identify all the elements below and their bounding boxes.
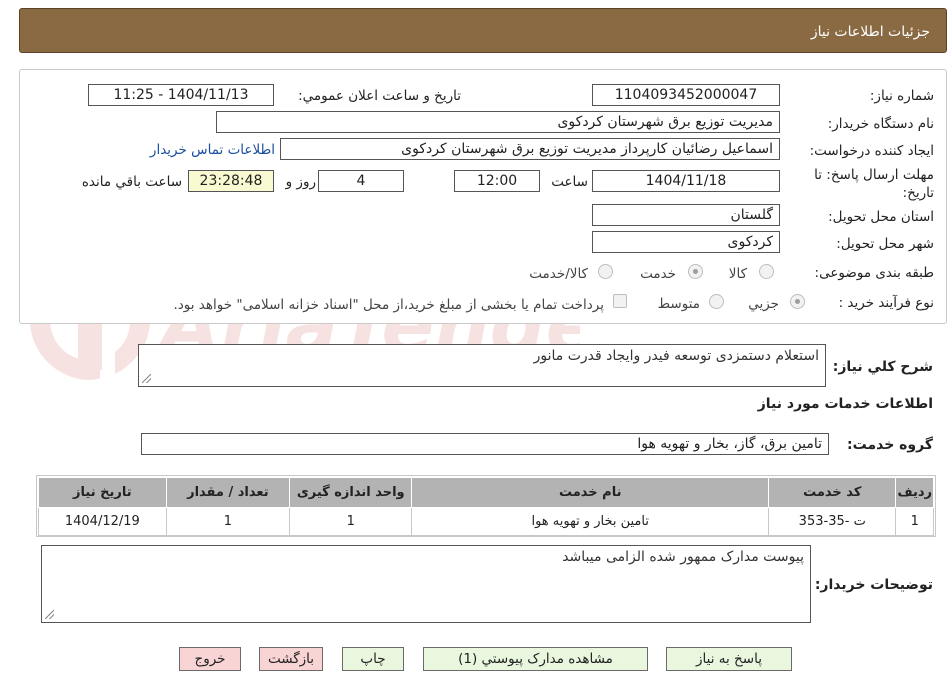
need-number-label: شماره نياز: (869, 88, 934, 104)
cell-service-code: ت -35-353 (768, 507, 897, 536)
deadline-date-field: 1404/11/18 (592, 170, 780, 192)
category-label: طبقه بندی موضوعی: (814, 265, 934, 281)
purchase-option-minor: جزيي (748, 296, 779, 312)
category-option-goods-service: کالا/خدمت (529, 266, 588, 282)
days-label: روز و (285, 174, 316, 190)
category-option-service: خدمت (640, 266, 676, 282)
treasury-note: پرداخت تمام يا بخشی از مبلغ خريد،از محل … (173, 297, 604, 313)
category-radio-goods-service[interactable] (598, 264, 613, 279)
service-group-field: تامين برق، گاز، بخار و تهويه هوا (141, 433, 829, 455)
purchase-radio-medium[interactable] (709, 294, 724, 309)
category-radio-service[interactable] (688, 264, 703, 279)
col-header-row-no: رديف (895, 477, 934, 508)
resize-grip-icon[interactable] (142, 374, 151, 383)
province-label: استان محل تحويل: (828, 209, 934, 225)
buyer-notes-textarea[interactable]: پیوست مدارک ممهور شده الزامی میباشد (41, 545, 811, 623)
resize-grip-icon[interactable] (45, 610, 54, 619)
treasury-checkbox[interactable] (613, 294, 627, 308)
purchase-radio-minor[interactable] (790, 294, 805, 309)
requester-label: ايجاد کننده درخواست: (809, 143, 934, 159)
cell-quantity: 1 (165, 507, 291, 536)
col-header-quantity: تعداد / مقدار (165, 477, 291, 508)
requester-field: اسماعيل رضائيان کارپرداز مديريت توزيع بر… (280, 138, 780, 160)
reply-button[interactable]: پاسخ به نياز (666, 647, 792, 671)
days-field: 4 (318, 170, 404, 192)
view-attachments-button[interactable]: مشاهده مدارک پيوستي (1) (423, 647, 648, 671)
table-header-row: رديف کد خدمت نام خدمت واحد اندازه گيری ت… (38, 477, 934, 508)
print-button[interactable]: چاپ (342, 647, 404, 671)
deadline-time-field: 12:00 (454, 170, 540, 192)
exit-button[interactable]: خروج (179, 647, 241, 671)
buyer-org-label: نام دستگاه خريدار: (827, 116, 934, 132)
col-header-service-name: نام خدمت (411, 477, 770, 508)
cell-need-date: 1404/12/19 (38, 507, 167, 536)
description-text: استعلام دستمزدی توسعه فیدر وایجاد قدرت م… (533, 348, 819, 364)
col-header-unit: واحد اندازه گيری (289, 477, 413, 508)
col-header-service-code: کد خدمت (768, 477, 897, 508)
announce-label: تاريخ و ساعت اعلان عمومي: (298, 88, 461, 104)
page-header: جزئيات اطلاعات نياز (19, 8, 947, 53)
col-header-need-date: تاريخ نياز (38, 477, 167, 508)
city-field: کردکوی (592, 231, 780, 253)
back-button[interactable]: بازگشت (259, 647, 323, 671)
cell-service-name: تامين بخار و تهويه هوا (411, 507, 770, 536)
description-label: شرح کلي نياز: (832, 359, 933, 375)
purchase-option-medium: متوسط (657, 296, 700, 312)
buyer-notes-label: توضيحات خريدار: (814, 577, 933, 593)
table-row: 1 ت -35-353 تامين بخار و تهويه هوا 1 1 1… (38, 507, 934, 536)
service-group-label: گروه خدمت: (847, 437, 933, 453)
purchase-type-label: نوع فرآيند خريد : (838, 295, 934, 311)
description-textarea[interactable]: استعلام دستمزدی توسعه فیدر وایجاد قدرت م… (138, 344, 826, 387)
services-table: رديف کد خدمت نام خدمت واحد اندازه گيری ت… (38, 477, 934, 536)
remaining-time-field: 23:28:48 (188, 170, 274, 192)
need-number-field: 1104093452000047 (592, 84, 780, 106)
buyer-org-field: مديريت توزيع برق شهرستان کردکوی (216, 111, 780, 133)
category-option-goods: کالا (728, 266, 747, 282)
announce-field: 1404/11/13 - 11:25 (88, 84, 274, 106)
cell-unit: 1 (289, 507, 413, 536)
city-label: شهر محل تحويل: (836, 236, 934, 252)
deadline-label: مهلت ارسال پاسخ: تا تاريخ: (814, 167, 934, 201)
remaining-label: ساعت باقي مانده (81, 174, 182, 190)
province-field: گلستان (592, 204, 780, 226)
deadline-time-label: ساعت (551, 174, 588, 190)
services-section-title: اطلاعات خدمات مورد نياز (757, 396, 933, 412)
page-title: جزئيات اطلاعات نياز (810, 24, 930, 40)
category-radio-goods[interactable] (759, 264, 774, 279)
buyer-contact-link[interactable]: اطلاعات تماس خريدار (150, 142, 275, 158)
buyer-notes-text: پیوست مدارک ممهور شده الزامی میباشد (562, 549, 804, 565)
cell-row-no: 1 (895, 507, 934, 536)
